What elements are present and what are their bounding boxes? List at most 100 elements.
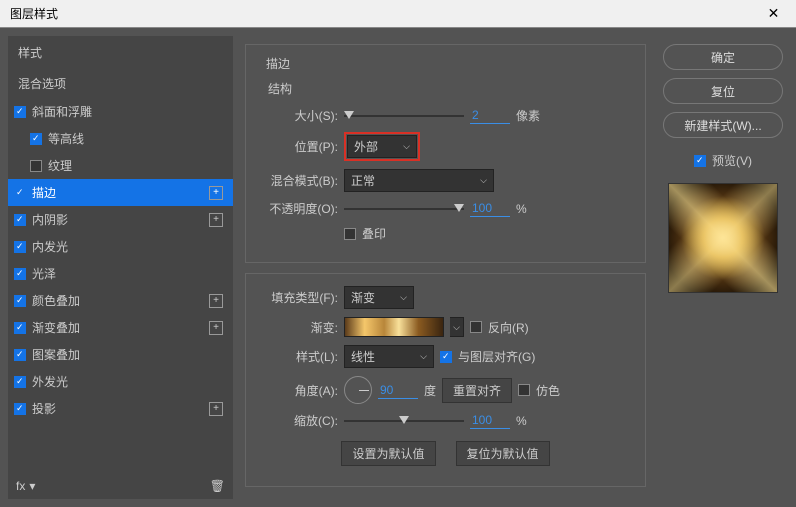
add-effect-icon[interactable]: + xyxy=(209,186,223,200)
dither-label: 仿色 xyxy=(536,382,560,399)
blend-options-item[interactable]: 混合选项 xyxy=(8,69,233,98)
style-checkbox[interactable] xyxy=(14,403,26,415)
chevron-down-icon: ⌵ xyxy=(480,175,487,186)
style-checkbox[interactable] xyxy=(14,187,26,199)
style-label: 样式(L): xyxy=(258,348,338,365)
gradient-style-select[interactable]: 线性 ⌵ xyxy=(344,345,434,368)
reverse-label: 反向(R) xyxy=(488,319,529,336)
blend-mode-label: 混合模式(B): xyxy=(258,172,338,189)
style-label: 图案叠加 xyxy=(32,346,80,363)
style-checkbox[interactable] xyxy=(14,295,26,307)
scale-label: 缩放(C): xyxy=(258,412,338,429)
style-item-8[interactable]: 渐变叠加 + xyxy=(8,314,233,341)
style-checkbox[interactable] xyxy=(14,214,26,226)
style-item-10[interactable]: 外发光 xyxy=(8,368,233,395)
style-checkbox[interactable] xyxy=(30,160,42,172)
style-item-3[interactable]: 描边 + xyxy=(8,179,233,206)
add-effect-icon[interactable]: + xyxy=(209,213,223,227)
style-item-2[interactable]: 纹理 xyxy=(8,152,233,179)
style-checkbox[interactable] xyxy=(14,268,26,280)
structure-title: 结构 xyxy=(268,80,633,97)
style-label: 投影 xyxy=(32,400,56,417)
set-default-button[interactable]: 设置为默认值 xyxy=(341,441,435,466)
fx-icon[interactable]: fx xyxy=(16,479,25,493)
angle-unit: 度 xyxy=(424,382,436,399)
style-checkbox[interactable] xyxy=(14,322,26,334)
chevron-down-icon: ⌵ xyxy=(420,351,427,362)
style-checkbox[interactable] xyxy=(14,106,26,118)
position-highlight: 外部 ⌵ xyxy=(344,132,420,161)
gradient-picker-dropdown[interactable]: ⌵ xyxy=(450,317,464,337)
style-label: 纹理 xyxy=(48,157,72,174)
options-panel: 描边 结构 大小(S): 像素 位置(P): 外部 ⌵ 混合模式(B): xyxy=(233,36,658,499)
dither-checkbox[interactable] xyxy=(518,384,530,396)
scale-unit: % xyxy=(516,414,527,428)
style-label: 等高线 xyxy=(48,130,84,147)
action-panel: 确定 复位 新建样式(W)... 预览(V) xyxy=(658,36,788,499)
style-item-0[interactable]: 斜面和浮雕 xyxy=(8,98,233,125)
style-checkbox[interactable] xyxy=(14,376,26,388)
align-label: 与图层对齐(G) xyxy=(458,348,535,365)
preview-label: 预览(V) xyxy=(712,152,752,169)
style-item-11[interactable]: 投影 + xyxy=(8,395,233,422)
align-checkbox[interactable] xyxy=(440,351,452,363)
style-label: 斜面和浮雕 xyxy=(32,103,92,120)
trash-icon[interactable]: 🗑 xyxy=(210,479,225,493)
style-checkbox[interactable] xyxy=(30,133,42,145)
gradient-swatch[interactable] xyxy=(344,317,444,337)
reverse-checkbox[interactable] xyxy=(470,321,482,333)
section-title: 描边 xyxy=(262,55,294,72)
style-item-9[interactable]: 图案叠加 xyxy=(8,341,233,368)
size-slider[interactable] xyxy=(344,109,464,123)
reset-align-button[interactable]: 重置对齐 xyxy=(442,378,512,403)
styles-list: 样式 混合选项 斜面和浮雕等高线纹理描边 + 内阴影 + 内发光光泽颜色叠加 + 渐变叠加 +… xyxy=(8,36,233,499)
close-button[interactable]: ✕ xyxy=(751,0,796,28)
styles-header: 样式 xyxy=(8,36,233,69)
ok-button[interactable]: 确定 xyxy=(663,44,783,70)
position-select[interactable]: 外部 ⌵ xyxy=(347,135,417,158)
style-label: 渐变叠加 xyxy=(32,319,80,336)
style-label: 内阴影 xyxy=(32,211,68,228)
blend-mode-select[interactable]: 正常 ⌵ xyxy=(344,169,494,192)
fill-type-select[interactable]: 渐变 ⌵ xyxy=(344,286,414,309)
opacity-input[interactable] xyxy=(470,200,510,217)
overprint-checkbox[interactable] xyxy=(344,228,356,240)
fx-menu-icon[interactable]: ▾ xyxy=(29,479,35,493)
style-label: 描边 xyxy=(32,184,56,201)
overprint-label: 叠印 xyxy=(362,225,386,242)
chevron-down-icon: ⌵ xyxy=(400,292,407,303)
style-item-5[interactable]: 内发光 xyxy=(8,233,233,260)
chevron-down-icon: ⌵ xyxy=(403,141,410,152)
style-checkbox[interactable] xyxy=(14,241,26,253)
reset-default-button[interactable]: 复位为默认值 xyxy=(456,441,550,466)
style-label: 颜色叠加 xyxy=(32,292,80,309)
size-label: 大小(S): xyxy=(258,107,338,124)
add-effect-icon[interactable]: + xyxy=(209,402,223,416)
style-item-6[interactable]: 光泽 xyxy=(8,260,233,287)
angle-dial[interactable] xyxy=(344,376,372,404)
opacity-slider[interactable] xyxy=(344,202,464,216)
gradient-label: 渐变: xyxy=(258,319,338,336)
add-effect-icon[interactable]: + xyxy=(209,321,223,335)
new-style-button[interactable]: 新建样式(W)... xyxy=(663,112,783,138)
scale-slider[interactable] xyxy=(344,414,464,428)
style-label: 内发光 xyxy=(32,238,68,255)
style-item-4[interactable]: 内阴影 + xyxy=(8,206,233,233)
preview-checkbox[interactable] xyxy=(694,155,706,167)
angle-label: 角度(A): xyxy=(258,382,338,399)
opacity-label: 不透明度(O): xyxy=(258,200,338,217)
style-item-1[interactable]: 等高线 xyxy=(8,125,233,152)
fill-type-label: 填充类型(F): xyxy=(258,289,338,306)
size-unit: 像素 xyxy=(516,107,540,124)
style-label: 外发光 xyxy=(32,373,68,390)
scale-input[interactable] xyxy=(470,412,510,429)
preview-thumbnail xyxy=(668,183,778,293)
add-effect-icon[interactable]: + xyxy=(209,294,223,308)
style-label: 光泽 xyxy=(32,265,56,282)
style-checkbox[interactable] xyxy=(14,349,26,361)
position-label: 位置(P): xyxy=(258,138,338,155)
cancel-button[interactable]: 复位 xyxy=(663,78,783,104)
angle-input[interactable] xyxy=(378,382,418,399)
style-item-7[interactable]: 颜色叠加 + xyxy=(8,287,233,314)
size-input[interactable] xyxy=(470,107,510,124)
